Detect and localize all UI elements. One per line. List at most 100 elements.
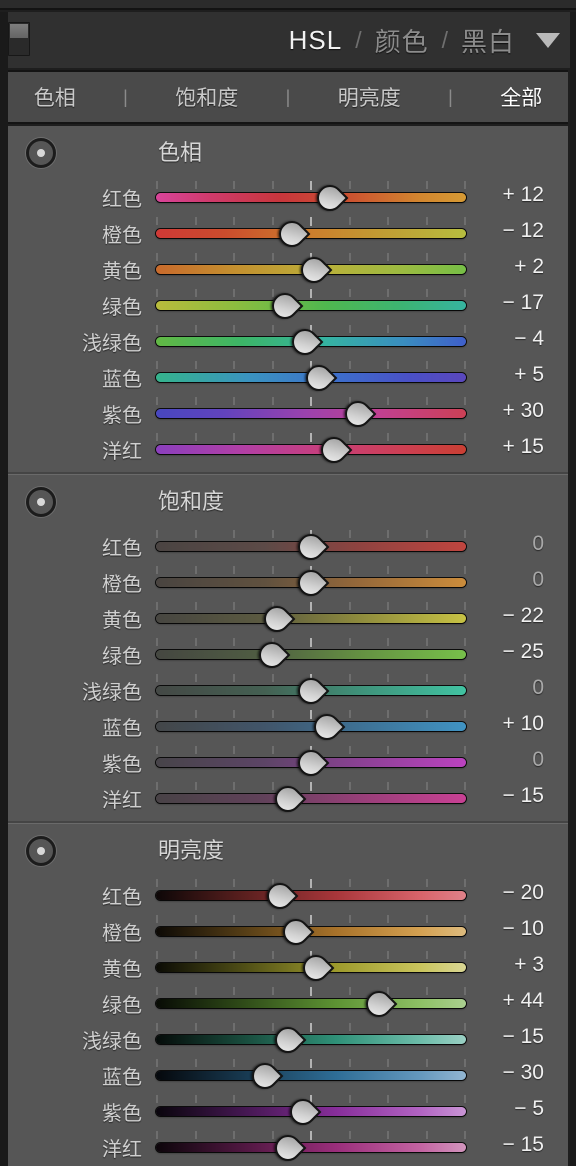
- section-title-saturation: 饱和度: [158, 489, 225, 514]
- slider-value[interactable]: + 15: [470, 435, 544, 459]
- slider-value[interactable]: − 4: [470, 327, 544, 351]
- slider-value[interactable]: 0: [470, 532, 544, 556]
- slider-value[interactable]: 0: [470, 748, 544, 772]
- slider-track[interactable]: [156, 229, 466, 238]
- slider-ticks: [156, 181, 466, 190]
- header-title-1[interactable]: 颜色: [366, 22, 438, 59]
- slider-track[interactable]: [156, 193, 466, 202]
- slider-ticks: [156, 289, 466, 298]
- slider-track[interactable]: [156, 614, 466, 623]
- slider-hue-0[interactable]: [156, 178, 466, 217]
- slider-hue-2[interactable]: [156, 250, 466, 289]
- slider-value[interactable]: − 12: [470, 219, 544, 243]
- slider-luminance-4[interactable]: [156, 1020, 466, 1059]
- slider-value[interactable]: − 5: [470, 1097, 544, 1121]
- tab-separator: |: [448, 86, 453, 107]
- section-header-saturation: 饱和度: [8, 475, 568, 527]
- slider-track[interactable]: [156, 301, 466, 310]
- slider-hue-1[interactable]: [156, 214, 466, 253]
- slider-value[interactable]: − 30: [470, 1061, 544, 1085]
- slider-value[interactable]: − 15: [470, 1133, 544, 1157]
- slider-row: 蓝色 + 10: [8, 707, 568, 746]
- slider-saturation-0[interactable]: [156, 527, 466, 566]
- slider-luminance-2[interactable]: [156, 948, 466, 987]
- slider-value[interactable]: − 10: [470, 917, 544, 941]
- slider-value[interactable]: + 2: [470, 255, 544, 279]
- slider-track[interactable]: [156, 722, 466, 731]
- tab-色相[interactable]: 色相: [30, 82, 80, 112]
- slider-value[interactable]: − 15: [470, 784, 544, 808]
- target-adjust-icon[interactable]: [26, 487, 56, 517]
- slider-row: 红色 0: [8, 527, 568, 566]
- slider-row: 紫色 0: [8, 743, 568, 782]
- panel-toggle-icon[interactable]: [8, 22, 30, 56]
- slider-value[interactable]: − 20: [470, 881, 544, 905]
- section-luminance: 明亮度 红色 − 20 橙色 − 10 黄色 + 3 绿色 + 44 浅绿色 − 15 蓝色 − 30 紫…: [8, 823, 568, 1166]
- slider-hue-7[interactable]: [156, 430, 466, 469]
- slider-saturation-5[interactable]: [156, 707, 466, 746]
- slider-value[interactable]: + 30: [470, 399, 544, 423]
- slider-luminance-0[interactable]: [156, 876, 466, 915]
- slider-track[interactable]: [156, 1071, 466, 1080]
- slider-track[interactable]: [156, 650, 466, 659]
- slider-saturation-4[interactable]: [156, 671, 466, 710]
- slider-saturation-6[interactable]: [156, 743, 466, 782]
- target-adjust-icon[interactable]: [26, 138, 56, 168]
- slider-label: 绿色: [102, 995, 142, 1017]
- slider-ticks: [156, 397, 466, 406]
- slider-luminance-5[interactable]: [156, 1056, 466, 1095]
- tab-separator: |: [285, 86, 291, 107]
- slider-saturation-2[interactable]: [156, 599, 466, 638]
- slider-track[interactable]: [156, 794, 466, 803]
- slider-luminance-6[interactable]: [156, 1092, 466, 1131]
- hsl-panel: HSL / 颜色 / 黑白 色相 | 饱和度 | 明亮度 | 全部 色相 红色 + 12 橙色 − 12 黄色…: [0, 0, 576, 1166]
- slider-value[interactable]: − 17: [470, 291, 544, 315]
- slider-value[interactable]: − 25: [470, 640, 544, 664]
- slider-value[interactable]: + 5: [470, 363, 544, 387]
- slider-saturation-3[interactable]: [156, 635, 466, 674]
- slider-value[interactable]: − 22: [470, 604, 544, 628]
- slider-track[interactable]: [156, 1035, 466, 1044]
- slider-hue-6[interactable]: [156, 394, 466, 433]
- slider-track[interactable]: [156, 999, 466, 1008]
- slider-hue-4[interactable]: [156, 322, 466, 361]
- slider-label: 紫色: [102, 1103, 142, 1125]
- tab-饱和度[interactable]: 饱和度: [171, 82, 242, 112]
- mode-tabbar: 色相 | 饱和度 | 明亮度 | 全部: [8, 70, 568, 124]
- slider-value[interactable]: + 44: [470, 989, 544, 1013]
- section-saturation: 饱和度 红色 0 橙色 0 黄色 − 22 绿色 − 25 浅绿色 0 蓝色 + 10 紫色 0 洋红 − 15: [8, 474, 568, 823]
- slider-luminance-3[interactable]: [156, 984, 466, 1023]
- slider-track[interactable]: [156, 891, 466, 900]
- slider-ticks: [156, 987, 466, 996]
- slider-hue-3[interactable]: [156, 286, 466, 325]
- slider-value[interactable]: + 12: [470, 183, 544, 207]
- header-title-2[interactable]: 黑白: [452, 22, 524, 59]
- slider-label: 蓝色: [102, 718, 142, 740]
- slider-value[interactable]: 0: [470, 676, 544, 700]
- slider-hue-5[interactable]: [156, 358, 466, 397]
- slider-saturation-1[interactable]: [156, 563, 466, 602]
- slider-track[interactable]: [156, 1143, 466, 1152]
- slider-saturation-7[interactable]: [156, 779, 466, 818]
- slider-value[interactable]: + 10: [470, 712, 544, 736]
- tab-明亮度[interactable]: 明亮度: [334, 82, 405, 112]
- slider-row: 浅绿色 0: [8, 671, 568, 710]
- slider-value[interactable]: + 3: [470, 953, 544, 977]
- slider-value[interactable]: − 15: [470, 1025, 544, 1049]
- slider-row: 绿色 − 25: [8, 635, 568, 674]
- slider-label: 黄色: [102, 610, 142, 632]
- section-hue: 色相 红色 + 12 橙色 − 12 黄色 + 2 绿色 − 17 浅绿色 − 4 蓝色 + 5 紫色 + …: [8, 126, 568, 474]
- slider-label: 橙色: [102, 574, 142, 596]
- slider-track[interactable]: [156, 445, 466, 454]
- chevron-down-icon[interactable]: [536, 32, 560, 48]
- slider-luminance-1[interactable]: [156, 912, 466, 951]
- header-title-0[interactable]: HSL: [280, 25, 352, 56]
- tab-全部[interactable]: 全部: [496, 82, 546, 112]
- slider-value[interactable]: 0: [470, 568, 544, 592]
- target-adjust-icon[interactable]: [26, 836, 56, 866]
- slider-row: 洋红 − 15: [8, 1128, 568, 1166]
- slider-luminance-7[interactable]: [156, 1128, 466, 1166]
- slider-label: 洋红: [102, 441, 142, 463]
- section-title-hue: 色相: [158, 140, 203, 165]
- slider-track[interactable]: [156, 409, 466, 418]
